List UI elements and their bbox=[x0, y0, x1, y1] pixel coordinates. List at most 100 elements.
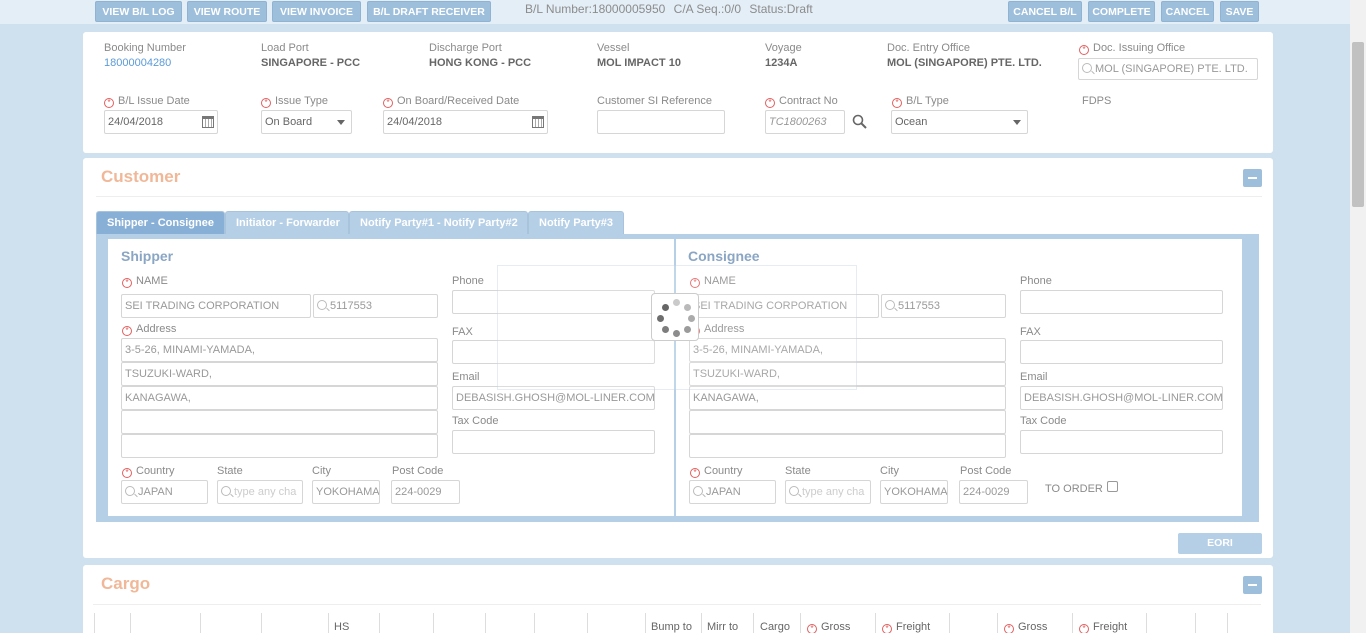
to-order-label: TO ORDER bbox=[1045, 483, 1103, 495]
calendar-icon[interactable] bbox=[532, 116, 544, 128]
eori-button[interactable]: EORI bbox=[1178, 533, 1262, 554]
spinner-dot bbox=[688, 315, 695, 322]
shipper-phone-label: Phone bbox=[452, 275, 484, 287]
vessel-value: MOL IMPACT 10 bbox=[597, 57, 681, 69]
consignee-phone-input[interactable] bbox=[1020, 290, 1223, 314]
cargo-header-freight: * Freight bbox=[882, 621, 930, 633]
voyage-label: Voyage bbox=[765, 42, 802, 54]
contract-no-input[interactable]: TC1800263 bbox=[765, 110, 845, 134]
shipper-country-input[interactable]: JAPAN bbox=[121, 480, 208, 504]
column-divider bbox=[379, 613, 380, 633]
column-divider bbox=[94, 613, 95, 633]
scrollbar-thumb[interactable] bbox=[1352, 42, 1364, 207]
bl-info: B/L Number:18000005950 C/A Seq.:0/0 Stat… bbox=[525, 2, 818, 16]
doc-issuing-office-input[interactable]: MOL (SINGAPORE) PTE. LTD. bbox=[1078, 58, 1258, 80]
required-icon: * bbox=[104, 98, 114, 108]
onboard-date-input[interactable]: 24/04/2018 bbox=[383, 110, 548, 134]
search-icon[interactable] bbox=[852, 114, 867, 129]
bl-draft-receiver-button[interactable]: B/L DRAFT RECEIVER bbox=[367, 1, 491, 22]
collapse-icon[interactable] bbox=[1243, 576, 1262, 594]
shipper-address-line-3[interactable]: KANAGAWA, bbox=[121, 386, 438, 410]
booking-number-label: Booking Number bbox=[104, 42, 186, 54]
consignee-tax-input[interactable] bbox=[1020, 430, 1223, 454]
tab-notify-party-1-2[interactable]: Notify Party#1 - Notify Party#2 bbox=[349, 211, 528, 235]
to-order-checkbox[interactable] bbox=[1107, 481, 1118, 492]
bl-issue-date-label: * B/L Issue Date bbox=[104, 95, 190, 108]
top-toolbar: VIEW B/L LOG VIEW ROUTE VIEW INVOICE B/L… bbox=[0, 0, 1350, 24]
shipper-address-line-1[interactable]: 3-5-26, MINAMI-YAMADA, bbox=[121, 338, 438, 362]
column-divider bbox=[949, 613, 950, 633]
bl-type-select[interactable]: Ocean bbox=[891, 110, 1028, 134]
column-divider bbox=[200, 613, 201, 633]
consignee-fax-input[interactable] bbox=[1020, 340, 1223, 364]
shipper-address-line-2[interactable]: TSUZUKI-WARD, bbox=[121, 362, 438, 386]
consignee-code-input[interactable]: 5117553 bbox=[881, 294, 1006, 318]
consignee-city-input[interactable]: YOKOHAMA bbox=[880, 480, 948, 504]
required-icon: * bbox=[1079, 624, 1089, 633]
cargo-header-gross-2: * Gross bbox=[1004, 621, 1047, 633]
column-divider bbox=[328, 613, 329, 633]
shipper-email-label: Email bbox=[452, 371, 480, 383]
column-divider bbox=[534, 613, 535, 633]
cargo-header-mirr-to: Mirr to bbox=[707, 621, 739, 633]
contract-no-label: * Contract No bbox=[765, 95, 838, 108]
cancel-button[interactable]: CANCEL bbox=[1161, 1, 1214, 22]
required-icon: * bbox=[122, 326, 132, 336]
column-divider bbox=[645, 613, 646, 633]
consignee-city-label: City bbox=[880, 465, 899, 477]
required-icon: * bbox=[1079, 45, 1089, 55]
consignee-address-line-5[interactable] bbox=[689, 434, 1006, 458]
shipper-address-line-4[interactable] bbox=[121, 410, 438, 434]
consignee-country-input[interactable]: JAPAN bbox=[689, 480, 776, 504]
shipper-tax-input[interactable] bbox=[452, 430, 655, 454]
fdps-label: FDPS bbox=[1082, 95, 1112, 107]
tab-shipper-consignee[interactable]: Shipper - Consignee bbox=[96, 211, 225, 235]
cancel-bl-button[interactable]: CANCEL B/L bbox=[1008, 1, 1082, 22]
bl-issue-date-input[interactable]: 24/04/2018 bbox=[104, 110, 218, 134]
shipper-city-input[interactable]: YOKOHAMA bbox=[312, 480, 380, 504]
cargo-section-title: Cargo bbox=[101, 574, 151, 593]
column-divider bbox=[800, 613, 801, 633]
shipper-title: Shipper bbox=[121, 248, 174, 264]
shipper-postcode-input[interactable]: 224-0029 bbox=[391, 480, 460, 504]
consignee-phone-label: Phone bbox=[1020, 275, 1052, 287]
complete-button[interactable]: COMPLETE bbox=[1088, 1, 1155, 22]
customer-si-input[interactable] bbox=[597, 110, 725, 134]
column-divider bbox=[485, 613, 486, 633]
booking-number-link[interactable]: 18000004280 bbox=[104, 57, 171, 69]
shipper-name-input[interactable]: SEI TRADING CORPORATION bbox=[121, 294, 311, 318]
shipper-state-input[interactable]: type any cha bbox=[217, 480, 303, 504]
consignee-email-input[interactable]: DEBASISH.GHOSH@MOL-LINER.COM bbox=[1020, 386, 1223, 410]
column-divider bbox=[701, 613, 702, 633]
spinner-dot bbox=[662, 304, 669, 311]
shipper-fax-label: FAX bbox=[452, 326, 473, 338]
required-icon: * bbox=[383, 98, 393, 108]
view-invoice-button[interactable]: VIEW INVOICE bbox=[272, 1, 361, 22]
column-divider bbox=[1195, 613, 1196, 633]
tab-notify-party-3[interactable]: Notify Party#3 bbox=[528, 211, 624, 235]
calendar-icon[interactable] bbox=[202, 116, 214, 128]
collapse-icon[interactable] bbox=[1243, 169, 1262, 187]
shipper-address-line-5[interactable] bbox=[121, 434, 438, 458]
required-icon: * bbox=[882, 624, 892, 633]
consignee-postcode-input[interactable]: 224-0029 bbox=[959, 480, 1028, 504]
bl-type-label: * B/L Type bbox=[892, 95, 949, 108]
search-icon bbox=[221, 486, 231, 496]
consignee-state-input[interactable]: type any cha bbox=[785, 480, 871, 504]
cargo-header-gross: * Gross bbox=[807, 621, 850, 633]
save-button[interactable]: SAVE bbox=[1220, 1, 1259, 22]
consignee-address-line-4[interactable] bbox=[689, 410, 1006, 434]
issue-type-select[interactable]: On Board bbox=[261, 110, 352, 134]
tab-initiator-forwarder[interactable]: Initiator - Forwarder bbox=[225, 211, 349, 235]
consignee-email-label: Email bbox=[1020, 371, 1048, 383]
view-route-button[interactable]: VIEW ROUTE bbox=[187, 1, 267, 22]
consignee-fax-label: FAX bbox=[1020, 326, 1041, 338]
column-divider bbox=[130, 613, 131, 633]
search-icon bbox=[125, 486, 135, 496]
spinner-dot bbox=[662, 326, 669, 333]
shipper-code-input[interactable]: 5117553 bbox=[313, 294, 438, 318]
customer-si-label: Customer SI Reference bbox=[597, 95, 712, 107]
page-scrollbar[interactable] bbox=[1350, 0, 1366, 633]
search-icon bbox=[789, 486, 799, 496]
view-bl-log-button[interactable]: VIEW B/L LOG bbox=[95, 1, 182, 22]
